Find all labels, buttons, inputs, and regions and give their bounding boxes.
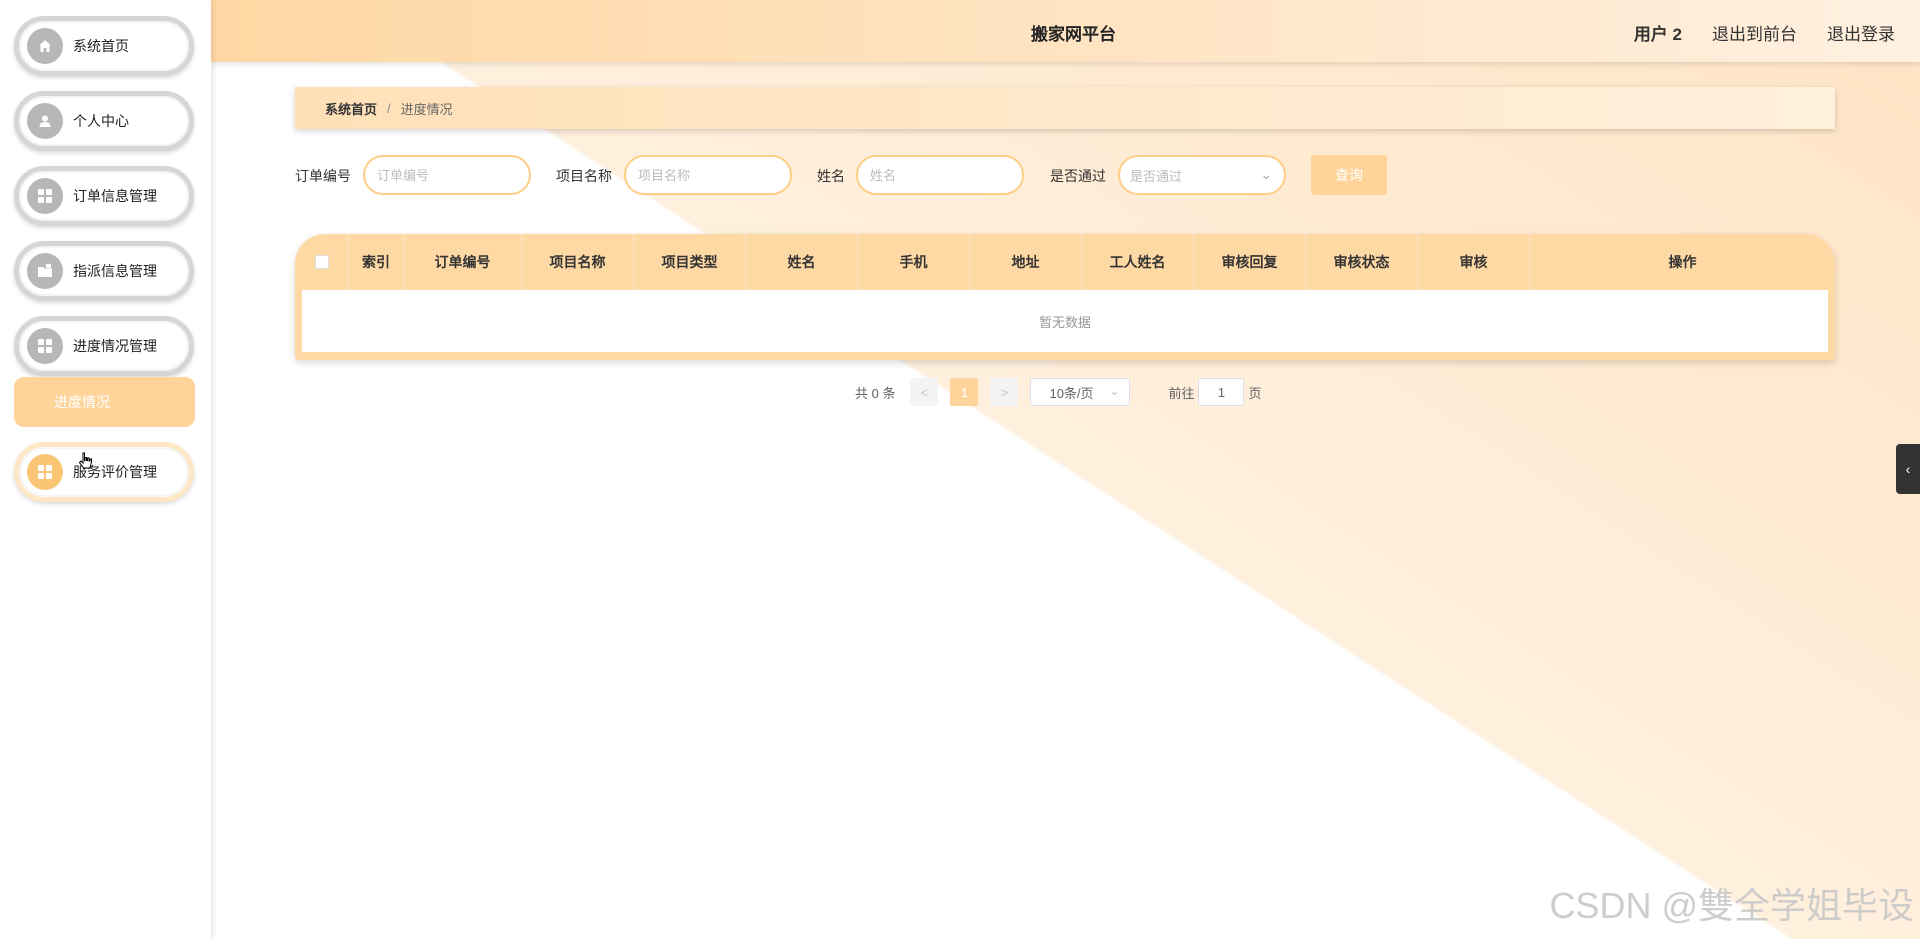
topbar-actions: 用户 2 退出到前台 退出登录 (1634, 20, 1895, 45)
column-header: 订单编号 (404, 234, 522, 290)
order-number-input[interactable] (363, 155, 531, 195)
pagination: 共 0 条 < 1 > 10条/页 ⌄ 前往 页 (855, 378, 1262, 406)
table-header: 索引 订单编号 项目名称 项目类型 姓名 手机 地址 工人姓名 审核回复 审核状… (295, 234, 1835, 290)
pass-status-label: 是否通过 (1050, 168, 1106, 184)
user-icon (27, 103, 63, 139)
sidebar-item-progress[interactable]: 进度情况管理 (14, 316, 194, 376)
column-header: 操作 (1668, 254, 1697, 270)
sidebar-item-label: 订单信息管理 (73, 188, 157, 204)
column-header: 审核 (1418, 234, 1530, 290)
sidebar-item-assign[interactable]: 指派信息管理 (14, 241, 194, 301)
background (211, 0, 1920, 939)
chevron-down-icon: ⌄ (1260, 166, 1272, 182)
breadcrumb-current: 进度情况 (400, 101, 453, 117)
project-name-input[interactable] (624, 155, 792, 195)
collapse-panel-button[interactable]: ‹ (1896, 444, 1920, 494)
column-header: 项目类型 (634, 234, 746, 290)
sidebar-item-label: 指派信息管理 (73, 263, 157, 279)
sidebar-item-label: 个人中心 (73, 113, 129, 129)
submenu-item-progress[interactable]: 进度情况 (14, 377, 195, 427)
watermark: CSDN @雙全学姐毕设 (1549, 885, 1914, 926)
column-header: 手机 (858, 234, 970, 290)
breadcrumb-home[interactable]: 系统首页 (325, 99, 377, 118)
prev-page-button[interactable]: < (910, 378, 939, 406)
goto-label: 前往 (1168, 385, 1195, 401)
pass-status-select[interactable]: 是否通过 ⌄ (1118, 155, 1286, 195)
column-header: 索引 (349, 234, 404, 290)
home-icon (27, 28, 63, 64)
back-to-front-link[interactable]: 退出到前台 (1712, 20, 1797, 45)
sidebar-item-profile[interactable]: 个人中心 (14, 91, 194, 151)
column-header: 工人姓名 (1082, 234, 1194, 290)
chevron-left-icon: ‹ (1905, 461, 1911, 477)
data-table: 索引 订单编号 项目名称 项目类型 姓名 手机 地址 工人姓名 审核回复 审核状… (295, 234, 1835, 360)
column-header: 地址 (970, 234, 1082, 290)
table-empty-state: 暂无数据 (302, 290, 1828, 352)
total-count: 共 0 条 (855, 385, 896, 401)
sidebar-item-orders[interactable]: 订单信息管理 (14, 166, 194, 226)
column-header: 姓名 (746, 234, 858, 290)
mouse-cursor-icon (78, 452, 94, 475)
sidebar: 系统首页 个人中心 订单信息管理 指派信息管理 进度情况管理 进度情况 服务评价… (0, 0, 211, 939)
name-label: 姓名 (817, 168, 845, 184)
sidebar-item-home[interactable]: 系统首页 (14, 16, 194, 76)
folder-icon (27, 253, 63, 289)
chevron-down-icon: ⌄ (1109, 384, 1120, 398)
grid-icon (27, 328, 63, 364)
app-title: 搬家网平台 (1031, 25, 1116, 44)
page-unit-label: 页 (1248, 385, 1262, 401)
next-page-button[interactable]: > (990, 378, 1019, 406)
column-header: 项目名称 (522, 234, 634, 290)
order-number-label: 订单编号 (295, 168, 351, 184)
name-input[interactable] (856, 155, 1024, 195)
goto-page-input[interactable] (1198, 378, 1245, 406)
page-size-select[interactable]: 10条/页 ⌄ (1030, 378, 1131, 406)
project-name-label: 项目名称 (556, 168, 612, 184)
grid-icon (27, 454, 63, 490)
breadcrumb-separator: / (387, 100, 391, 116)
pass-status-placeholder: 是否通过 (1130, 168, 1183, 184)
breadcrumb: 系统首页 / 进度情况 (295, 87, 1835, 129)
page-size-value: 10条/页 (1049, 385, 1094, 401)
logout-link[interactable]: 退出登录 (1827, 20, 1895, 45)
sidebar-item-label: 进度情况管理 (73, 338, 157, 354)
page-number-button[interactable]: 1 (950, 378, 979, 406)
column-header: 审核回复 (1194, 234, 1306, 290)
sidebar-item-reviews[interactable]: 服务评价管理 (14, 442, 194, 502)
topbar: 搬家网平台 用户 2 退出到前台 退出登录 (211, 0, 1920, 62)
current-user: 用户 2 (1633, 25, 1682, 44)
column-header: 审核状态 (1306, 234, 1418, 290)
query-button[interactable]: 查询 (1311, 155, 1387, 195)
select-all-cell (295, 234, 349, 290)
select-all-checkbox[interactable] (314, 255, 329, 269)
sidebar-item-label: 系统首页 (73, 38, 129, 54)
grid-icon (27, 178, 63, 214)
